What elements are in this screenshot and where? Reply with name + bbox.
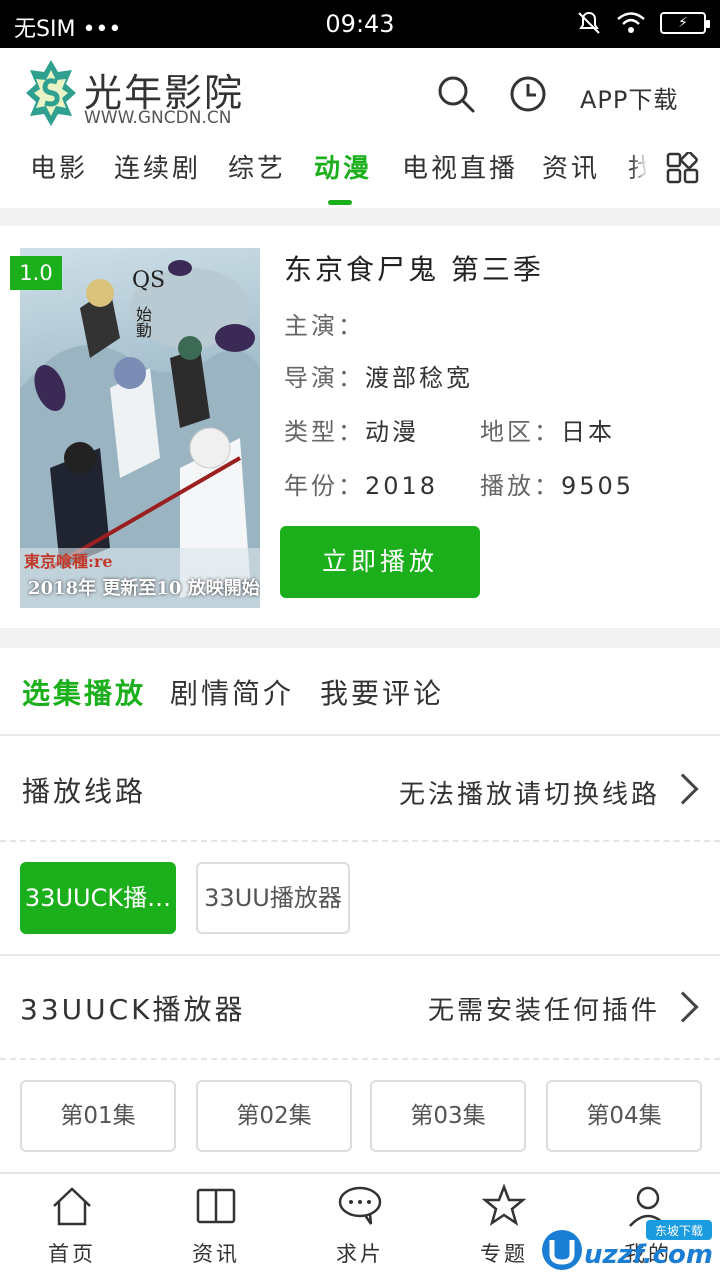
director-row: 导演：渡部稔宽 — [284, 364, 473, 392]
nav-active-indicator — [328, 200, 352, 205]
year-row: 年份：2018 — [284, 472, 439, 500]
episode-button-02[interactable]: 第02集 — [196, 1080, 352, 1152]
tab-episodes[interactable]: 选集播放 — [22, 672, 146, 712]
source-button-33uu[interactable]: 33UU播放器 — [196, 862, 350, 934]
logo-icon — [26, 60, 76, 126]
player-label: 33UUCK播放器 — [20, 993, 246, 1026]
status-bar: 无SIM ••• 09:43 ⚡ — [0, 0, 720, 48]
player-row[interactable]: 33UUCK播放器 无需安装任何插件 — [0, 956, 720, 1056]
tab-synopsis[interactable]: 剧情简介 — [170, 672, 294, 712]
nav-grid-button[interactable] — [646, 142, 720, 200]
episode-button-01[interactable]: 第01集 — [20, 1080, 176, 1152]
bottom-nav-news[interactable]: 资讯 — [144, 1174, 288, 1280]
actor-row: 主演： — [284, 312, 365, 340]
poster-caption-4: 始動 — [133, 306, 152, 338]
episode-button-03[interactable]: 第03集 — [370, 1080, 526, 1152]
home-icon — [53, 1187, 91, 1226]
divider — [0, 208, 720, 226]
history-icon[interactable] — [508, 74, 548, 114]
poster-caption-1: 東京喰種:re — [24, 552, 113, 571]
nav-item-anime[interactable]: 动漫 — [314, 148, 372, 185]
grid-icon — [666, 152, 699, 184]
tab-comments[interactable]: 我要评论 — [320, 672, 444, 712]
wifi-icon — [617, 12, 645, 33]
title: 东京食尸鬼 第三季 — [284, 253, 544, 286]
poster-caption-3: QS — [132, 268, 166, 293]
watermark-logo: 东坡下载 uzzf.com — [538, 1216, 714, 1276]
divider — [0, 628, 720, 648]
region-row: 地区：日本 — [480, 418, 615, 446]
genre-row: 类型：动漫 — [284, 418, 419, 446]
play-now-button[interactable]: 立即播放 — [280, 526, 480, 598]
nav-item-movie[interactable]: 电影 — [30, 148, 88, 185]
book-icon — [196, 1188, 236, 1224]
category-nav: 电影 连续剧 综艺 动漫 电视直播 资讯 找 — [0, 142, 720, 208]
header: 光年影院 WWW.GNCDN.CN APP下载 — [0, 48, 720, 142]
chat-icon — [338, 1186, 382, 1225]
chevron-right-icon — [667, 773, 699, 805]
nav-item-live-tv[interactable]: 电视直播 — [402, 148, 518, 185]
divider — [0, 840, 720, 842]
star-icon — [482, 1184, 526, 1226]
divider — [0, 1058, 720, 1060]
play-lines-label: 播放线路 — [22, 775, 147, 808]
plays-row: 播放：9505 — [480, 472, 635, 500]
mute-icon — [578, 11, 600, 34]
episode-button-04[interactable]: 第04集 — [546, 1080, 702, 1152]
site-url: WWW.GNCDN.CN — [84, 108, 232, 128]
chevron-right-icon — [667, 991, 699, 1023]
watermark-text: uzzf.com — [584, 1240, 713, 1270]
source-button-33uuck[interactable]: 33UUCK播… — [20, 862, 176, 934]
poster-image[interactable]: 東京喰種:re 2018年 更新至10 放映開始 QS 始動 — [20, 248, 260, 608]
app-download-link[interactable]: APP下载 — [580, 80, 678, 115]
watermark-badge: 东坡下载 — [654, 1224, 703, 1238]
bottom-nav-request[interactable]: 求片 — [288, 1174, 432, 1280]
nav-item-series[interactable]: 连续剧 — [114, 148, 201, 185]
battery-icon: ⚡ — [660, 12, 710, 34]
play-lines-row[interactable]: 播放线路 无法播放请切换线路 — [0, 738, 720, 840]
detail-tabs: 选集播放 剧情简介 我要评论 — [0, 648, 720, 736]
search-icon[interactable] — [436, 74, 476, 114]
poster-caption-2: 2018年 更新至10 放映開始 — [28, 578, 260, 599]
rating-badge: 1.0 — [10, 256, 62, 290]
player-hint: 无需安装任何插件 — [427, 996, 660, 1026]
nav-item-news[interactable]: 资讯 — [542, 148, 600, 185]
bottom-nav-home[interactable]: 首页 — [0, 1174, 144, 1280]
play-lines-hint: 无法播放请切换线路 — [398, 780, 660, 810]
nav-item-variety[interactable]: 综艺 — [228, 148, 286, 185]
